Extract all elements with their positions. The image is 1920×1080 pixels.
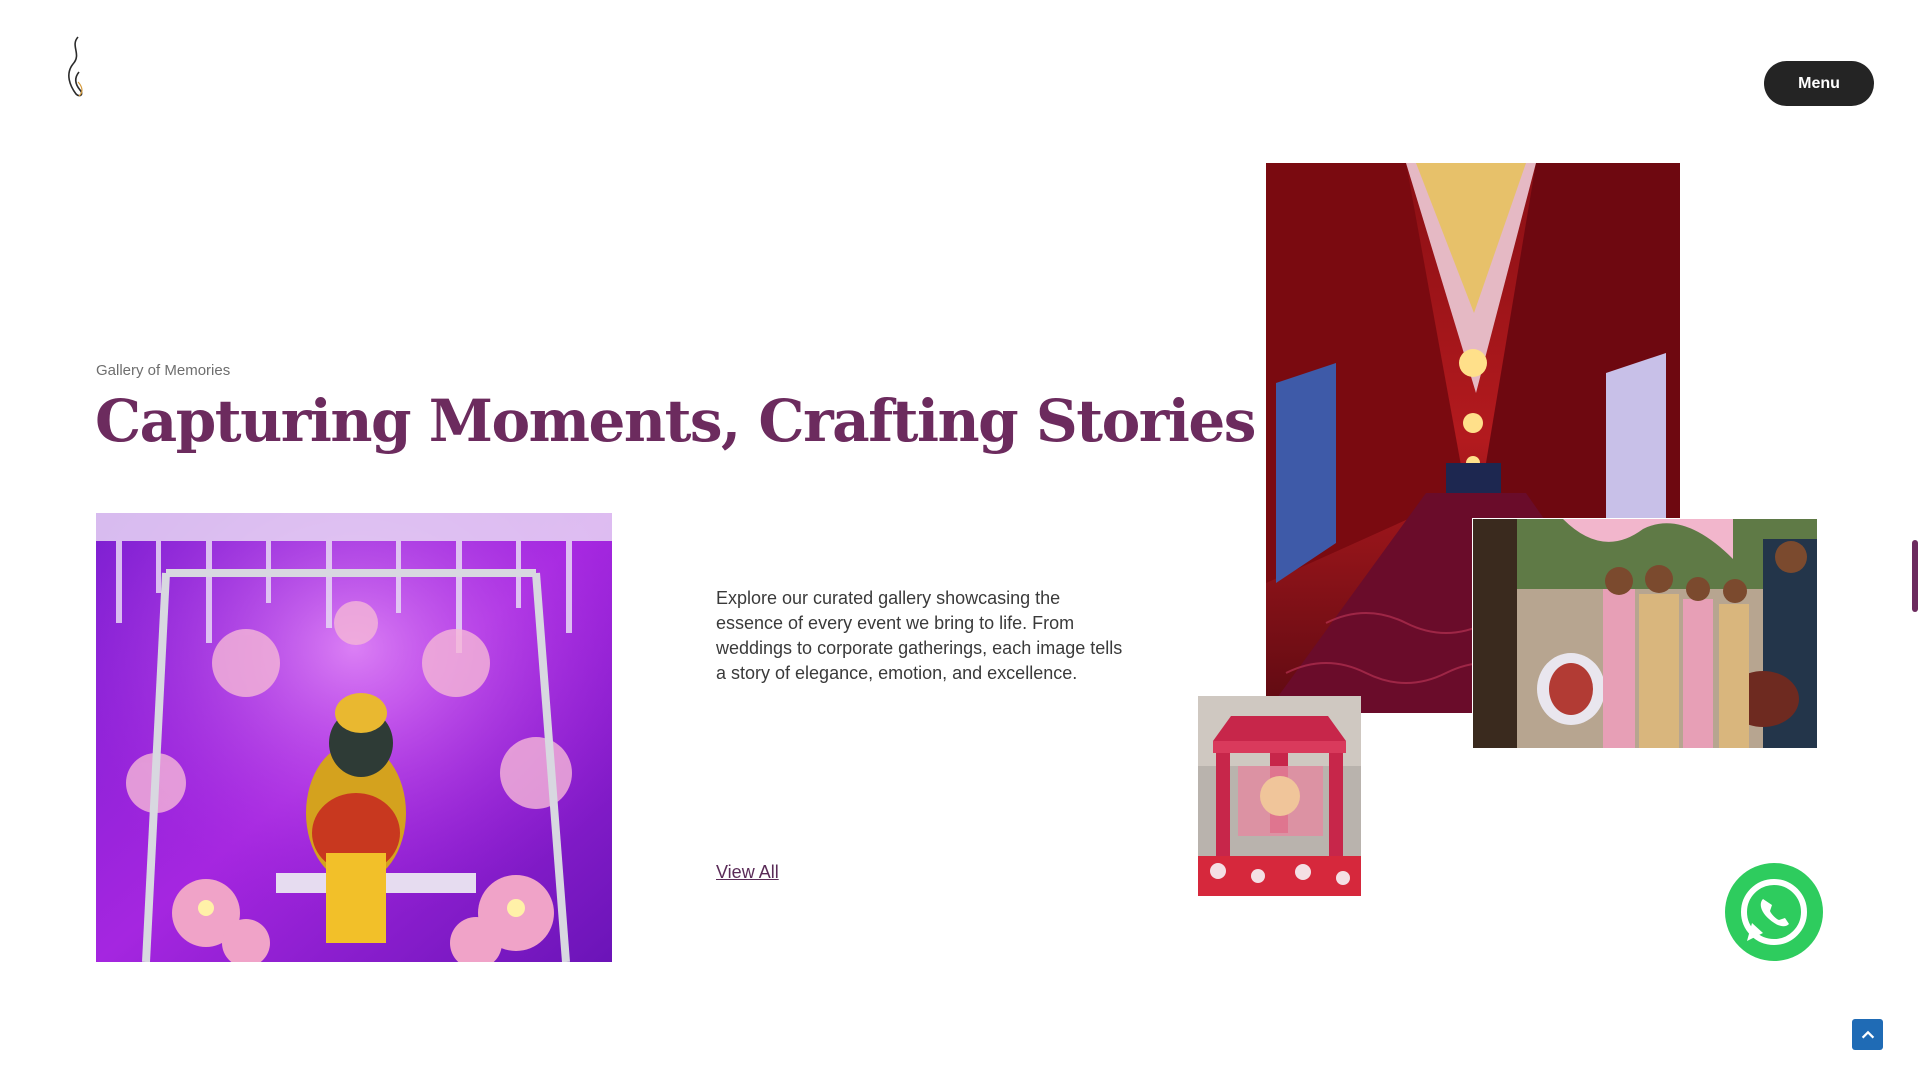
section-eyebrow: Gallery of Memories: [96, 362, 231, 379]
whatsapp-button[interactable]: [1725, 863, 1823, 961]
page-title: Capturing Moments, Crafting Stories: [95, 387, 1256, 455]
view-all-link[interactable]: View All: [716, 862, 779, 883]
gallery-image-ganesha-swing[interactable]: [96, 513, 612, 962]
menu-button[interactable]: Menu: [1764, 61, 1874, 106]
section-description: Explore our curated gallery showcasing t…: [716, 588, 1123, 683]
whatsapp-icon: [1741, 879, 1807, 945]
scroll-indicator[interactable]: [1912, 540, 1918, 612]
flame-swirl-logo-icon: [68, 36, 83, 97]
site-logo[interactable]: [62, 34, 92, 100]
chevron-up-icon: [1861, 1030, 1874, 1038]
gallery-image-dhol-dance[interactable]: [1473, 519, 1817, 748]
gallery-image-floral-mandap[interactable]: [1198, 696, 1361, 896]
scroll-to-top-button[interactable]: [1852, 1019, 1883, 1050]
